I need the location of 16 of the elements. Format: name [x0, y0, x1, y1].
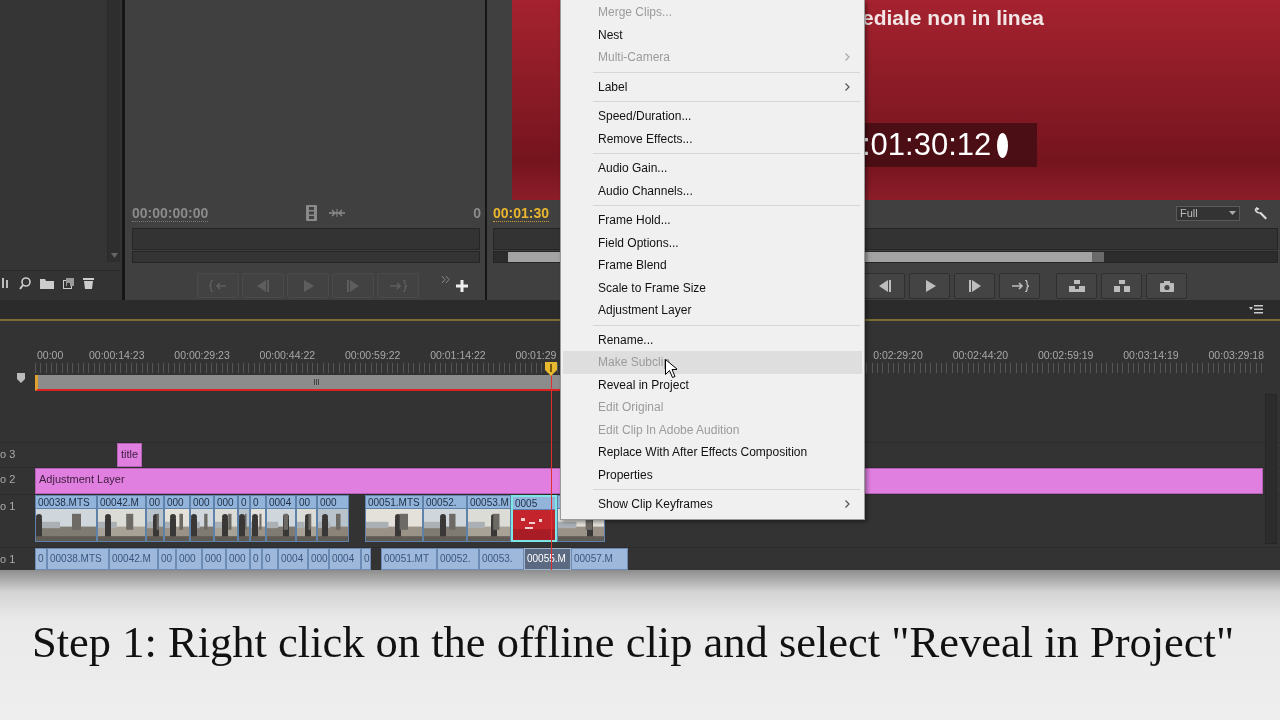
ruler-timecode: 00:02:44:20: [951, 349, 1009, 361]
caption-text: Step 1: Right click on the offline clip and select "Reveal in Project": [32, 620, 1236, 665]
overlay-timecode: :01:30:12: [862, 127, 992, 163]
offline-message: ediale non in linea: [862, 6, 1045, 30]
ruler-timecode: 00:03:14:19: [1122, 349, 1179, 361]
ruler-timecode: 00:03:29:18: [1207, 349, 1264, 361]
duration-timecode: 0: [473, 205, 481, 221]
ruler-timecode: 00:00:59:22: [344, 349, 402, 361]
ruler-timecode: 00:00:44:22: [259, 349, 317, 361]
ruler-timecode: 00:00:29:23: [174, 349, 231, 361]
ruler-timecode: 00:01:14:22: [430, 349, 487, 361]
ruler-timecode: 0:02:29:20: [872, 349, 923, 361]
ruler-timecode: 00:01:29: [515, 349, 558, 361]
ruler-timecode: 00:00: [36, 349, 65, 361]
ruler-timecode: 00:00:14:23: [89, 349, 146, 361]
ruler-timecode: 00:02:59:19: [1036, 349, 1094, 361]
